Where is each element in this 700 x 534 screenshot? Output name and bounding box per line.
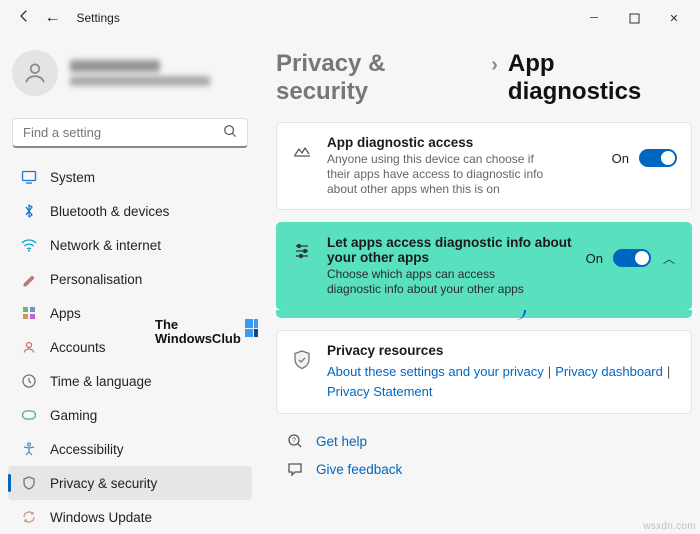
breadcrumb-separator: › xyxy=(491,54,498,77)
accounts-icon xyxy=(20,338,38,356)
sidebar-item-label: Apps xyxy=(50,306,81,321)
link-about-settings[interactable]: About these settings and your privacy xyxy=(327,364,544,379)
card-title: Let apps access diagnostic info about yo… xyxy=(327,235,572,265)
close-button[interactable]: ✕ xyxy=(654,3,694,33)
sidebar-item-privacy-security[interactable]: Privacy & security xyxy=(8,466,252,500)
sidebar-item-network[interactable]: Network & internet xyxy=(8,228,252,262)
breadcrumb: Privacy & security › App diagnostics xyxy=(276,50,692,106)
get-help-label: Get help xyxy=(316,434,367,449)
feedback-icon xyxy=(286,460,304,478)
gaming-icon xyxy=(20,406,38,424)
toggle-app-diagnostic-access[interactable] xyxy=(639,149,677,167)
sidebar-item-label: Privacy & security xyxy=(50,476,157,491)
sidebar-item-time-language[interactable]: Time & language xyxy=(8,364,252,398)
window-title: Settings xyxy=(76,11,119,25)
breadcrumb-parent[interactable]: Privacy & security xyxy=(276,50,481,106)
nav-list: System Bluetooth & devices Network & int… xyxy=(6,160,254,534)
sliders-icon xyxy=(291,235,313,261)
paint-icon xyxy=(20,270,38,288)
main-content: Privacy & security › App diagnostics App… xyxy=(258,36,700,534)
toggle-let-apps-access[interactable] xyxy=(613,249,651,267)
sidebar: System Bluetooth & devices Network & int… xyxy=(0,36,258,534)
sidebar-item-accessibility[interactable]: Accessibility xyxy=(8,432,252,466)
sidebar-item-label: Personalisation xyxy=(50,272,142,287)
sidebar-item-gaming[interactable]: Gaming xyxy=(8,398,252,432)
toggle-state-label: On xyxy=(586,251,603,266)
search-box[interactable] xyxy=(12,118,248,148)
give-feedback-link[interactable]: Give feedback xyxy=(276,454,692,482)
title-bar: ← Settings ─ ✕ xyxy=(0,0,700,36)
apps-icon xyxy=(20,304,38,322)
sidebar-item-apps[interactable]: Apps xyxy=(8,296,252,330)
system-icon xyxy=(20,168,38,186)
sidebar-item-accounts[interactable]: Accounts xyxy=(8,330,252,364)
sidebar-item-label: Accessibility xyxy=(50,442,124,457)
sidebar-item-label: Bluetooth & devices xyxy=(50,204,169,219)
window-controls: ─ ✕ xyxy=(574,3,694,33)
minimize-button[interactable]: ─ xyxy=(574,3,614,33)
clock-icon xyxy=(20,372,38,390)
search-icon xyxy=(223,124,237,141)
card-desc: Anyone using this device can choose if t… xyxy=(327,152,547,197)
sidebar-item-label: Accounts xyxy=(50,340,106,355)
card-let-apps-access[interactable]: Let apps access diagnostic info about yo… xyxy=(276,222,692,310)
accessibility-icon xyxy=(20,440,38,458)
sidebar-item-windows-update[interactable]: Windows Update xyxy=(8,500,252,534)
profile-name-blurred xyxy=(70,60,210,86)
wifi-icon xyxy=(20,236,38,254)
update-icon xyxy=(20,508,38,526)
bluetooth-icon xyxy=(20,202,38,220)
toggle-state-label: On xyxy=(612,151,629,166)
sidebar-item-label: Network & internet xyxy=(50,238,161,253)
link-privacy-statement[interactable]: Privacy Statement xyxy=(327,384,433,399)
sidebar-item-label: Gaming xyxy=(50,408,97,423)
highlight-underline xyxy=(276,310,692,318)
help-icon: ? xyxy=(286,432,304,450)
card-privacy-resources: Privacy resources About these settings a… xyxy=(276,330,692,414)
shield-icon xyxy=(20,474,38,492)
card-desc: Choose which apps can access diagnostic … xyxy=(327,267,547,297)
sidebar-item-personalisation[interactable]: Personalisation xyxy=(8,262,252,296)
get-help-link[interactable]: ? Get help xyxy=(276,426,692,454)
give-feedback-label: Give feedback xyxy=(316,462,402,477)
sidebar-item-label: System xyxy=(50,170,95,185)
maximize-button[interactable] xyxy=(614,3,654,33)
chart-icon xyxy=(291,135,313,161)
sidebar-item-label: Windows Update xyxy=(50,510,152,525)
link-privacy-dashboard[interactable]: Privacy dashboard xyxy=(555,364,663,379)
profile-block[interactable] xyxy=(6,42,254,110)
back-arrow-icon[interactable]: ← xyxy=(38,5,66,31)
card-title: App diagnostic access xyxy=(327,135,598,150)
sidebar-item-system[interactable]: System xyxy=(8,160,252,194)
chevron-up-icon[interactable]: ︿ xyxy=(661,250,677,267)
sidebar-item-bluetooth[interactable]: Bluetooth & devices xyxy=(8,194,252,228)
search-input[interactable] xyxy=(23,125,223,140)
avatar xyxy=(12,50,58,96)
page-title: App diagnostics xyxy=(508,50,692,106)
card-title: Privacy resources xyxy=(327,343,677,358)
shield-check-icon xyxy=(291,343,313,371)
sidebar-item-label: Time & language xyxy=(50,374,152,389)
privacy-links: About these settings and your privacy|Pr… xyxy=(327,362,677,401)
source-watermark: wsxdn.com xyxy=(643,521,696,532)
svg-text:?: ? xyxy=(292,438,296,445)
card-app-diagnostic-access[interactable]: App diagnostic access Anyone using this … xyxy=(276,122,692,210)
